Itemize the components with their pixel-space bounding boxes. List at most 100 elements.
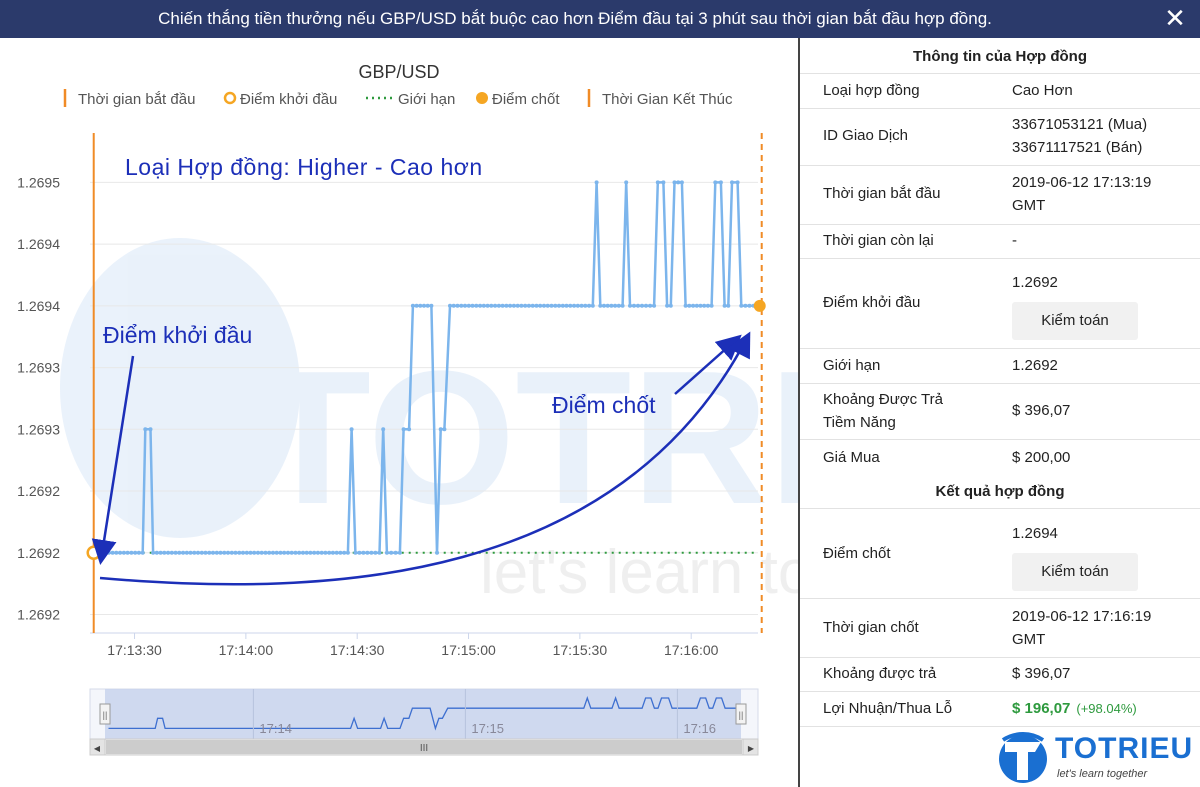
- legend-label: Điểm khởi đầu: [240, 91, 337, 108]
- trade-id-buy: 33671053121 (Mua): [1012, 116, 1148, 133]
- close-icon[interactable]: ✕: [1160, 3, 1190, 33]
- legend-item: Điểm khởi đầu: [223, 91, 337, 108]
- price-point: [214, 550, 219, 555]
- row-divider: [800, 258, 1200, 259]
- navigator-label: 17:14: [259, 721, 292, 736]
- price-point: [523, 303, 528, 308]
- entry-audit-button[interactable]: Kiểm toán: [1012, 302, 1138, 340]
- x-tick-label: 17:15:30: [553, 642, 608, 658]
- price-point: [256, 550, 260, 555]
- price-point: [166, 550, 171, 555]
- legend-item: Giới hạn: [366, 91, 455, 108]
- logo-name: TOTRIEU: [1055, 732, 1194, 765]
- legend-circle-icon: [223, 91, 237, 105]
- price-point: [418, 303, 423, 308]
- price-point: [568, 303, 573, 308]
- purchase-price-label: Giá Mua: [823, 449, 880, 466]
- price-point: [162, 550, 167, 555]
- price-point: [616, 303, 621, 308]
- price-point: [572, 303, 577, 308]
- chart-panel: TOTRIEU let's learn together GBP/USD Thờ…: [0, 38, 798, 787]
- price-point: [466, 303, 471, 308]
- barrier-value: 1.2692: [1012, 357, 1058, 374]
- contract-result-title: Kết quả hợp đồng: [935, 483, 1065, 500]
- price-point: [609, 303, 614, 308]
- price-point: [181, 550, 186, 555]
- price-point: [114, 550, 119, 555]
- price-point: [271, 550, 275, 555]
- trade-id-label: ID Giao Dịch: [823, 127, 909, 144]
- exit-audit-button[interactable]: Kiểm toán: [1012, 553, 1138, 591]
- price-point: [173, 550, 178, 555]
- price-point: [500, 303, 505, 308]
- price-point: [687, 303, 692, 308]
- y-tick-label: 1.2692: [17, 483, 60, 499]
- price-point: [705, 303, 710, 308]
- price-point: [640, 303, 644, 308]
- price-point: [353, 550, 358, 555]
- y-tick-label: 1.2693: [17, 360, 60, 376]
- price-point: [698, 303, 703, 308]
- legend-item: Thời Gian Kết Thúc: [587, 89, 733, 108]
- entry-spot-marker: [86, 545, 101, 561]
- contract-type-value: Cao Hơn: [1012, 82, 1073, 99]
- price-point: [530, 303, 535, 308]
- price-point: [312, 550, 317, 555]
- price-point: [557, 303, 561, 308]
- y-tick-label: 1.2693: [17, 421, 60, 437]
- price-point: [338, 550, 343, 555]
- price-point: [241, 550, 245, 555]
- price-point: [515, 303, 520, 308]
- navigator-label: 17:16: [683, 721, 716, 736]
- row-divider: [800, 726, 1200, 727]
- price-point: [474, 303, 479, 308]
- price-point: [459, 303, 464, 308]
- price-point: [129, 550, 134, 555]
- price-point: [632, 303, 636, 308]
- price-point: [106, 550, 111, 555]
- navigator-selection[interactable]: [105, 689, 741, 739]
- price-point: [713, 180, 718, 185]
- price-point: [624, 180, 629, 185]
- price-point: [652, 303, 657, 308]
- profit-loss-label: Lợi Nhuận/Thua Lỗ: [823, 700, 953, 717]
- profit-loss-value: $ 196,07 (+98.04%): [1012, 697, 1137, 720]
- price-point: [267, 550, 272, 555]
- row-divider: [800, 108, 1200, 109]
- price-point: [542, 303, 546, 308]
- contract-type-label: Loại hợp đồng: [823, 82, 920, 99]
- price-point: [602, 303, 606, 308]
- price-point: [169, 550, 174, 555]
- price-point: [133, 550, 138, 555]
- exit-time-zone: GMT: [1012, 631, 1046, 648]
- chart-navigator[interactable]: 17:14 17:15 17:16 || ||: [89, 688, 759, 740]
- price-point: [508, 303, 513, 308]
- price-point: [154, 550, 159, 555]
- price-point: [739, 303, 744, 308]
- price-point: [248, 550, 253, 555]
- price-point: [369, 550, 374, 555]
- price-point: [110, 550, 115, 555]
- price-point: [519, 303, 524, 308]
- legend-circle-icon: [476, 92, 488, 104]
- price-point: [587, 303, 592, 308]
- exit-time-value: 2019-06-12 17:16:19: [1012, 608, 1152, 625]
- chart-scrollbar[interactable]: III ◀ ▶: [89, 738, 759, 756]
- price-point: [414, 303, 419, 308]
- price-point: [345, 550, 350, 555]
- potential-payout-value: $ 396,07: [1012, 402, 1071, 419]
- price-point: [575, 303, 580, 308]
- price-point: [504, 303, 509, 308]
- price-point: [289, 550, 294, 555]
- price-point: [323, 550, 328, 555]
- price-point: [301, 550, 305, 555]
- price-point: [463, 303, 467, 308]
- x-axis-ticks: 17:13:30 17:14:00 17:14:30 17:15:00 17:15:30…: [90, 632, 758, 658]
- price-point: [308, 550, 313, 555]
- price-point: [233, 550, 238, 555]
- price-point: [672, 180, 677, 185]
- price-point: [579, 303, 584, 308]
- contract-header-bar: Chiến thắng tiền thưởng nếu GBP/USD bắt …: [0, 0, 1200, 38]
- price-point: [237, 550, 242, 555]
- price-point: [481, 303, 486, 308]
